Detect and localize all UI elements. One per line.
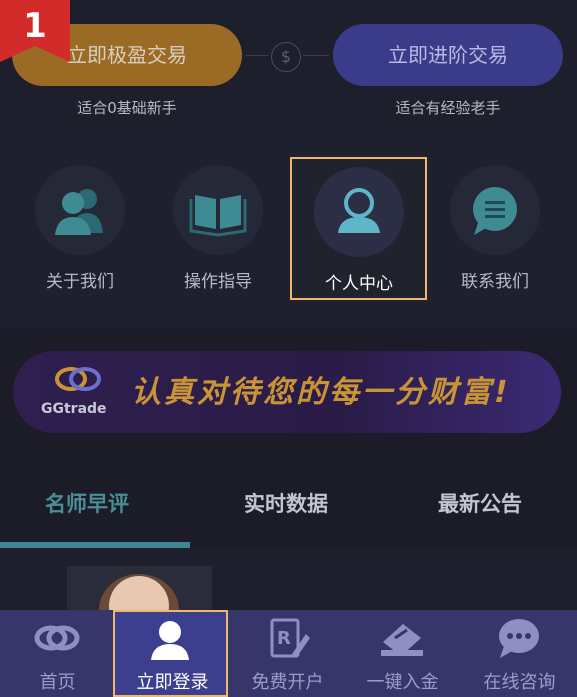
advanced-trade-caption: 适合有经验老手: [395, 99, 501, 117]
basic-trade-caption: 适合0基础新手: [77, 99, 177, 117]
people-icon: [35, 165, 125, 255]
analyst-portrait[interactable]: [67, 566, 212, 610]
trade-section: 立即极盈交易 适合0基础新手 $ 立即进阶交易 适合有经验老手: [0, 0, 577, 132]
chat-icon: [450, 165, 540, 255]
tab-realtime-data[interactable]: 实时数据: [244, 488, 328, 518]
step-number: 1: [23, 6, 47, 46]
quick-links: 关于我们 操作指导 联系我们: [0, 133, 577, 328]
nav-deposit[interactable]: 一键入金: [345, 610, 460, 697]
quick-link-about[interactable]: 关于我们: [30, 165, 130, 292]
quick-link-personal-center[interactable]: 个人中心: [290, 157, 427, 300]
connector-line-left: [246, 55, 268, 56]
nav-label: 免费开户: [251, 672, 324, 693]
promo-banner[interactable]: GGtrade 认真对待您的每一分财富!: [13, 351, 561, 433]
personal-center-content: 个人中心: [309, 167, 409, 294]
book-icon: [173, 165, 263, 255]
banner-slogan: 认真对待您的每一分财富!: [131, 375, 511, 410]
chat-icon: [499, 619, 539, 658]
nav-home[interactable]: 首页: [0, 610, 115, 697]
nav-label: 在线咨询: [483, 672, 556, 693]
quick-link-contact[interactable]: 联系我们: [445, 165, 545, 292]
connector-line-right: [303, 55, 329, 56]
bottom-navigation: 首页 立即登录 R 免费开户 一键入金 在线咨询: [0, 610, 577, 697]
register-icon: R: [270, 618, 310, 658]
nav-label: 首页: [39, 672, 76, 693]
quick-link-guide[interactable]: 操作指导: [168, 165, 268, 292]
nav-label: 一键入金: [366, 672, 439, 693]
deposit-icon: [381, 624, 423, 656]
svg-text:R: R: [277, 628, 291, 649]
quick-link-label: 联系我们: [461, 272, 529, 292]
user-icon: [314, 167, 404, 257]
home-logo-icon: [34, 625, 80, 651]
nav-label: 立即登录: [136, 672, 209, 693]
step-badge: 1: [0, 0, 70, 62]
quick-link-label: 操作指导: [184, 272, 252, 292]
advanced-trade-button[interactable]: 立即进阶交易: [333, 24, 563, 86]
nav-register[interactable]: R 免费开户: [230, 610, 345, 697]
banner-section: GGtrade 认真对待您的每一分财富!: [0, 329, 577, 459]
quick-link-label: 个人中心: [325, 274, 393, 294]
quick-link-label: 关于我们: [46, 272, 114, 292]
nav-login[interactable]: 立即登录: [113, 610, 228, 697]
tab-morning-review[interactable]: 名师早评: [45, 488, 129, 518]
banner-brand: GGtrade: [41, 401, 107, 417]
coin-icon: $: [271, 42, 301, 72]
nav-consult[interactable]: 在线咨询: [462, 610, 577, 697]
news-content: [0, 548, 577, 610]
news-tabs: 名师早评 实时数据 最新公告: [0, 460, 577, 548]
user-icon: [151, 621, 189, 660]
ggtrade-logo-icon: [55, 367, 101, 391]
tab-latest-notice[interactable]: 最新公告: [438, 488, 522, 518]
